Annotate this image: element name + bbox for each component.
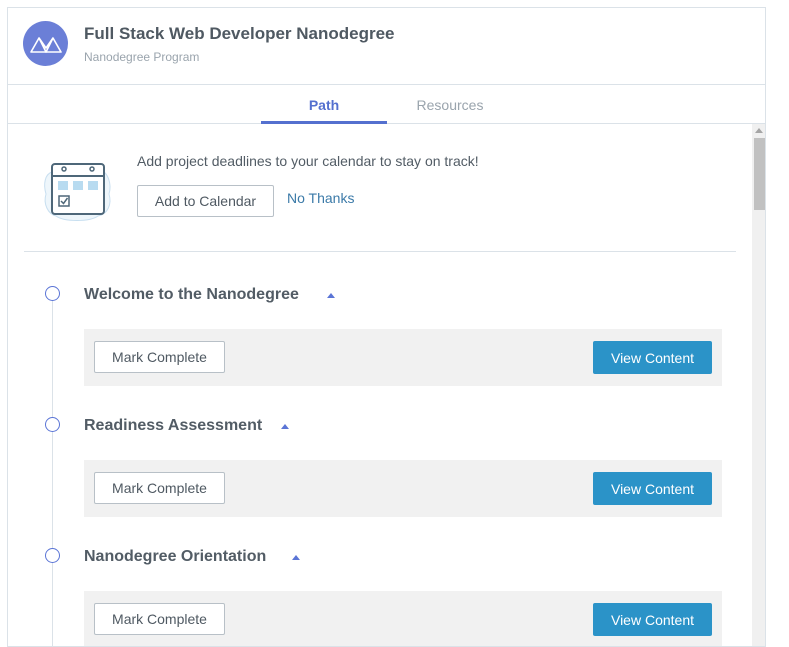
add-to-calendar-button[interactable]: Add to Calendar bbox=[137, 185, 274, 217]
mark-complete-button[interactable]: Mark Complete bbox=[94, 472, 225, 504]
program-title: Full Stack Web Developer Nanodegree bbox=[84, 24, 395, 43]
scroll-up-arrow-icon[interactable] bbox=[755, 128, 763, 133]
nanodegree-panel: Full Stack Web Developer Nanodegree Nano… bbox=[7, 7, 766, 647]
no-thanks-link[interactable]: No Thanks bbox=[287, 190, 354, 206]
collapse-caret-icon[interactable] bbox=[327, 293, 335, 298]
lesson-status-circle[interactable] bbox=[45, 417, 60, 432]
path-content: Add project deadlines to your calendar t… bbox=[8, 124, 752, 646]
program-header: Full Stack Web Developer Nanodegree Nano… bbox=[8, 8, 765, 85]
timeline-line bbox=[52, 294, 53, 646]
lesson-actions: Mark Complete View Content bbox=[84, 460, 722, 517]
mark-complete-button[interactable]: Mark Complete bbox=[94, 341, 225, 373]
view-content-button[interactable]: View Content bbox=[593, 603, 712, 636]
lesson-title: Welcome to the Nanodegree bbox=[84, 286, 299, 303]
collapse-caret-icon[interactable] bbox=[292, 555, 300, 560]
view-content-button[interactable]: View Content bbox=[593, 472, 712, 505]
collapse-caret-icon[interactable] bbox=[281, 424, 289, 429]
calendar-message: Add project deadlines to your calendar t… bbox=[137, 153, 479, 169]
lesson-status-circle[interactable] bbox=[45, 548, 60, 563]
vertical-scrollbar[interactable] bbox=[752, 124, 765, 646]
program-subtitle: Nanodegree Program bbox=[84, 50, 200, 64]
divider bbox=[24, 251, 736, 252]
mountain-icon bbox=[29, 36, 62, 53]
lesson-actions: Mark Complete View Content bbox=[84, 329, 722, 386]
tab-path[interactable]: Path bbox=[261, 86, 387, 124]
lesson-title: Nanodegree Orientation bbox=[84, 548, 267, 565]
lesson-status-circle[interactable] bbox=[45, 286, 60, 301]
tab-bar: Path Resources bbox=[8, 86, 765, 124]
scrollbar-thumb[interactable] bbox=[754, 138, 765, 210]
mark-complete-button[interactable]: Mark Complete bbox=[94, 603, 225, 635]
calendar-icon bbox=[44, 163, 111, 221]
lesson-title: Readiness Assessment bbox=[84, 417, 263, 434]
view-content-button[interactable]: View Content bbox=[593, 341, 712, 374]
program-logo bbox=[23, 21, 68, 66]
tab-resources[interactable]: Resources bbox=[387, 86, 513, 123]
